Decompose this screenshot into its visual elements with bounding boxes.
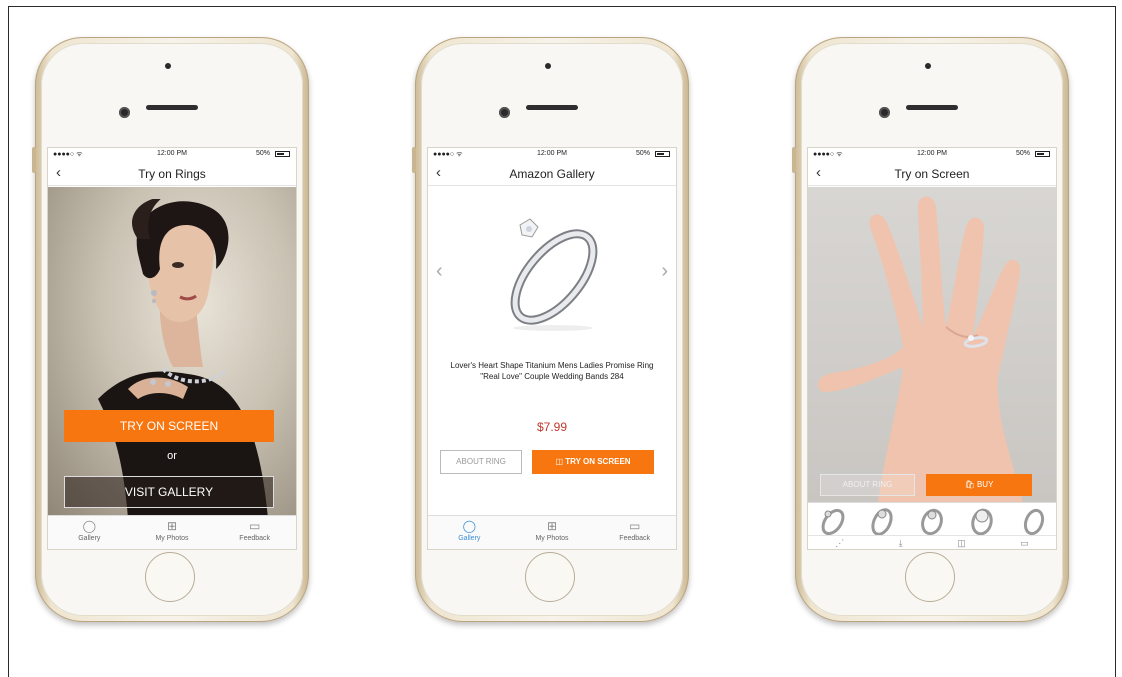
tab-label: Feedback	[239, 535, 271, 542]
camera-icon[interactable]: ◫	[957, 536, 966, 549]
previous-arrow[interactable]: ‹	[436, 260, 443, 283]
share-icon[interactable]: ⋰	[835, 536, 844, 549]
ring-icon: ◯	[462, 519, 477, 533]
product-name: Lover's Heart Shape Titanium Mens Ladies…	[450, 361, 654, 381]
tab-feedback[interactable]: ▭ Feedback	[593, 516, 676, 549]
status-bar: ●●●●○ ᯤ 12:00 PM 50%	[48, 148, 296, 160]
tab-label: Gallery	[78, 535, 101, 542]
proximity-sensor	[545, 63, 551, 69]
front-camera	[119, 107, 130, 118]
front-camera	[499, 107, 510, 118]
button-label: TRY ON SCREEN	[565, 457, 631, 466]
hand-photo	[808, 187, 1056, 502]
screen: ●●●●○ ᯤ 12:00 PM 50% ‹ Amazon Gallery ‹ …	[427, 147, 677, 550]
phone-try-on-screen: ●●●●○ ᯤ 12:00 PM 50% ‹ Try on Screen ABO…	[792, 37, 1069, 622]
buy-button[interactable]: 🛍 BUY	[926, 474, 1032, 496]
page-title: Amazon Gallery	[509, 167, 595, 181]
tab-gallery[interactable]: ◯ Gallery	[48, 516, 131, 549]
battery-icon	[1035, 151, 1050, 157]
tab-label: My Photos	[535, 535, 569, 542]
earpiece-speaker	[146, 105, 198, 110]
try-on-screen-button[interactable]: ◫ TRY ON SCREEN	[532, 450, 654, 474]
next-arrow[interactable]: ›	[661, 260, 668, 283]
download-icon[interactable]: ⤓	[899, 536, 903, 549]
tab-feedback[interactable]: ▭ Feedback	[213, 516, 296, 549]
button-label: BUY	[976, 480, 994, 489]
tab-gallery[interactable]: ◯ Gallery	[428, 516, 511, 549]
camera-icon: ◫	[555, 457, 566, 466]
grid-icon: ⊞	[166, 519, 178, 533]
about-ring-button[interactable]: ABOUT RING	[440, 450, 522, 474]
tab-bar: ◯ Gallery ⊞ My Photos ▭ Feedback	[48, 515, 296, 549]
battery-icon	[275, 151, 290, 157]
or-label: or	[167, 450, 177, 462]
phone-try-on-rings: ●●●●○ ᯤ 12:00 PM 50% ‹ Try on Rings TRY …	[32, 37, 309, 622]
screen: ●●●●○ ᯤ 12:00 PM 50% ‹ Try on Rings TRY …	[47, 147, 297, 550]
tab-my-photos[interactable]: ⊞ My Photos	[511, 516, 594, 549]
try-on-screen-button[interactable]: TRY ON SCREEN	[64, 410, 274, 442]
screen: ●●●●○ ᯤ 12:00 PM 50% ‹ Try on Screen ABO…	[807, 147, 1057, 550]
battery-percent: 50%	[255, 150, 270, 157]
chat-icon: ▭	[629, 519, 641, 533]
tab-label: My Photos	[155, 535, 189, 542]
tab-label: Gallery	[458, 535, 481, 542]
woman-portrait-illustration	[98, 199, 268, 519]
chat-icon: ▭	[249, 519, 261, 533]
page-frame: ●●●●○ ᯤ 12:00 PM 50% ‹ Try on Rings TRY …	[8, 6, 1116, 677]
nav-bar: ‹ Try on Screen	[808, 160, 1056, 186]
status-bar: ●●●●○ ᯤ 12:00 PM 50%	[808, 148, 1056, 160]
home-button[interactable]	[905, 552, 955, 602]
ring-thumbnail[interactable]	[865, 506, 899, 536]
nav-bar: ‹ Amazon Gallery	[428, 160, 676, 186]
proximity-sensor	[925, 63, 931, 69]
battery-icon	[655, 151, 670, 157]
battery-percent: 50%	[1015, 150, 1030, 157]
front-camera	[879, 107, 890, 118]
page-title: Try on Rings	[138, 167, 206, 181]
status-bar: ●●●●○ ᯤ 12:00 PM 50%	[428, 148, 676, 160]
tool-bar: ⋰ ⤓ ◫ ▭	[808, 535, 1056, 549]
ring-thumbnail[interactable]	[1014, 506, 1048, 536]
ring-thumbnail[interactable]	[915, 506, 949, 536]
ring-thumbnail[interactable]	[816, 506, 850, 536]
nav-bar: ‹ Try on Rings	[48, 160, 296, 186]
tab-my-photos[interactable]: ⊞ My Photos	[131, 516, 214, 549]
shopping-bag-icon: 🛍	[964, 480, 977, 489]
home-button[interactable]	[145, 552, 195, 602]
phone-amazon-gallery: ●●●●○ ᯤ 12:00 PM 50% ‹ Amazon Gallery ‹ …	[412, 37, 689, 622]
product-price: $7.99	[536, 420, 568, 434]
ring-thumbnail[interactable]	[965, 506, 999, 536]
earpiece-speaker	[906, 105, 958, 110]
ring-product-image	[510, 218, 598, 331]
tab-label: Feedback	[619, 535, 651, 542]
hand-illustration	[817, 196, 1023, 502]
about-ring-button[interactable]: ABOUT RING	[820, 474, 915, 496]
page-title: Try on Screen	[894, 167, 970, 181]
chat-icon[interactable]: ▭	[1020, 536, 1029, 549]
proximity-sensor	[165, 63, 171, 69]
visit-gallery-button[interactable]: VISIT GALLERY	[64, 476, 274, 508]
ring-thumbnail-strip	[808, 502, 1056, 538]
earpiece-speaker	[526, 105, 578, 110]
home-button[interactable]	[525, 552, 575, 602]
ring-icon: ◯	[82, 519, 97, 533]
grid-icon: ⊞	[546, 519, 558, 533]
battery-percent: 50%	[635, 150, 650, 157]
model-photo	[48, 187, 296, 519]
tab-bar: ◯ Gallery ⊞ My Photos ▭ Feedback	[428, 515, 676, 549]
